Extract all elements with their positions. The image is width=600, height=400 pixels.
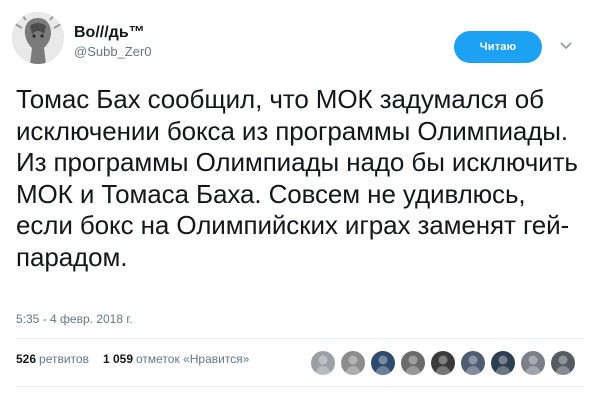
tweet-stats: 526 ретвитов 1 059 отметок «Нравится» <box>16 352 249 366</box>
liker-avatar-3[interactable] <box>370 350 396 376</box>
tweet-text: Томас Бах сообщил, что МОК задумался об … <box>16 84 584 273</box>
liker-avatar-4[interactable] <box>400 350 426 376</box>
user-handle[interactable]: @Subb_Zer0 <box>74 43 152 61</box>
chevron-down-icon[interactable] <box>558 38 574 54</box>
divider <box>16 338 584 339</box>
divider <box>16 386 584 387</box>
likes-count: 1 059 <box>102 352 133 366</box>
retweets-label: ретвитов <box>39 352 89 366</box>
tweet-header: Во///дь™ @Subb_Zer0 Читаю <box>12 12 588 72</box>
liker-avatar-8[interactable] <box>520 350 546 376</box>
tweet-timestamp[interactable]: 5:35 - 4 февр. 2018 г. <box>16 312 133 326</box>
liker-avatar-5[interactable] <box>430 350 456 376</box>
profile-avatar-icon[interactable] <box>12 12 64 64</box>
liker-avatar-2[interactable] <box>340 350 366 376</box>
likes-label: отметок «Нравится» <box>136 352 250 366</box>
likes-stat[interactable]: 1 059 отметок «Нравится» <box>103 352 249 366</box>
retweets-stat[interactable]: 526 ретвитов <box>16 352 89 366</box>
following-button[interactable]: Читаю <box>454 31 542 63</box>
liker-avatar-1[interactable] <box>310 350 336 376</box>
display-name[interactable]: Во///дь™ <box>74 24 152 42</box>
liker-avatar-6[interactable] <box>460 350 486 376</box>
retweets-count: 526 <box>16 352 37 366</box>
tweet-paragraph-2: Из программы Олимпиады надо бы исключить… <box>16 147 578 272</box>
user-info: Во///дь™ @Subb_Zer0 <box>74 24 152 61</box>
liker-avatars <box>310 350 576 376</box>
tweet-paragraph-1: Томас Бах сообщил, что МОК задумался об … <box>16 84 569 146</box>
liker-avatar-9[interactable] <box>550 350 576 376</box>
liker-avatar-7[interactable] <box>490 350 516 376</box>
